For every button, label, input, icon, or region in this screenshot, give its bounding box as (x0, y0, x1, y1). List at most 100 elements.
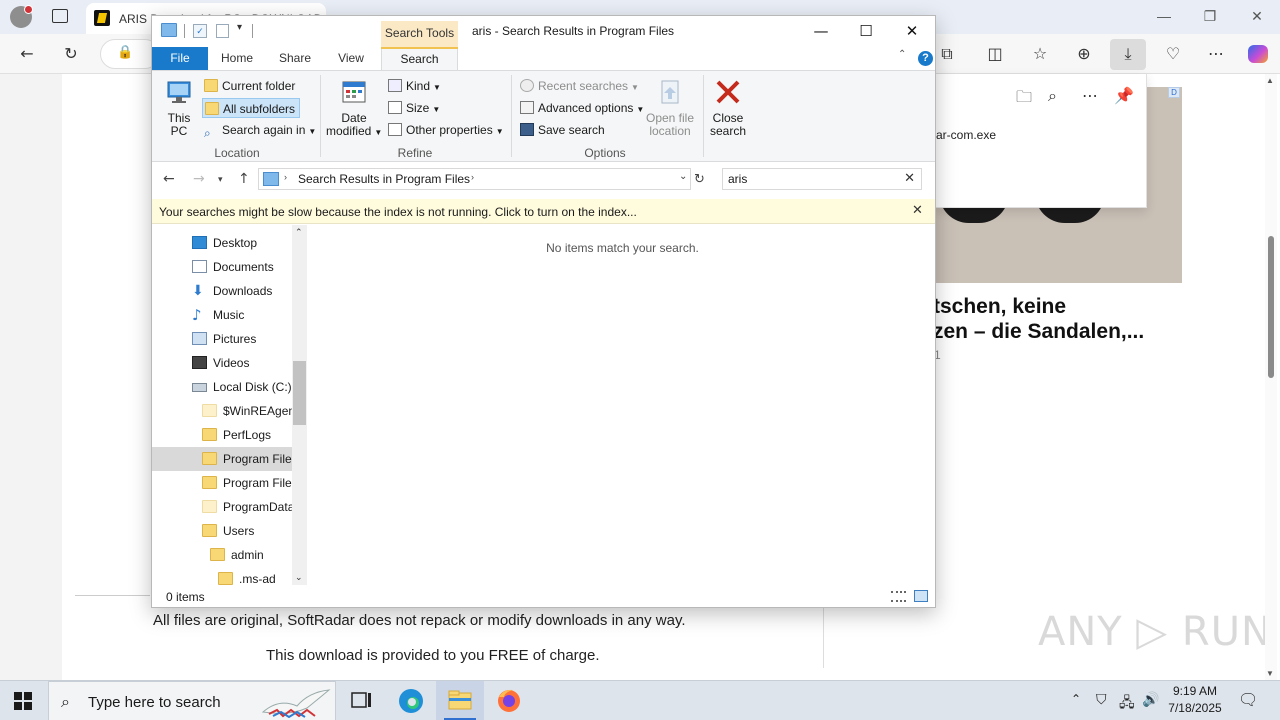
scrollbar-thumb[interactable] (1268, 236, 1274, 378)
properties-icon[interactable]: ✓ (193, 24, 207, 38)
nav-tree-item[interactable]: ♪ Music (152, 303, 292, 327)
close-icon[interactable]: ✕ (897, 20, 927, 42)
date-modified-button[interactable]: Date modified ▼ (326, 79, 382, 139)
tab-share[interactable]: Share (270, 47, 320, 70)
tab-file[interactable]: File (152, 47, 208, 70)
tab-view[interactable]: View (327, 47, 375, 70)
current-folder-button[interactable]: Current folder (204, 76, 295, 96)
all-subfolders-button[interactable]: All subfolders (202, 98, 301, 118)
recent-searches-button[interactable]: Recent searches ▼ (520, 76, 639, 96)
edge-taskbar-icon[interactable] (387, 681, 435, 720)
volume-icon[interactable]: 🔊 (1142, 692, 1159, 708)
file-explorer-taskbar-icon[interactable] (436, 681, 484, 720)
refresh-icon[interactable]: ↻ (58, 42, 84, 66)
nav-tree-item[interactable]: ⬇ Downloads (152, 279, 292, 303)
address-dropdown-icon[interactable]: ⌄ (679, 171, 687, 182)
browser-close-icon[interactable]: ✕ (1247, 8, 1267, 25)
more-options-icon[interactable]: ⋯ (1082, 86, 1098, 105)
maximize-icon[interactable]: ☐ (851, 20, 881, 42)
copilot-icon[interactable] (1248, 45, 1268, 63)
scroll-down-icon[interactable]: ▼ (1266, 669, 1274, 678)
task-view-icon[interactable] (337, 681, 385, 720)
scroll-up-icon[interactable]: ⌃ (295, 227, 303, 238)
nav-tree-item[interactable]: Users (152, 519, 292, 543)
search-again-in-button[interactable]: ⌕ Search again in ▼ (204, 120, 316, 140)
browser-restore-icon[interactable]: ❐ (1200, 8, 1220, 25)
browser-essentials-icon[interactable]: ♡ (1160, 42, 1186, 66)
index-warning-bar[interactable]: Your searches might be slow because the … (152, 199, 935, 224)
minimize-icon[interactable]: — (806, 20, 836, 42)
tab-home[interactable]: Home (212, 47, 262, 70)
search-downloads-icon[interactable]: ⌕ (1048, 86, 1057, 106)
nav-tree-item[interactable]: Local Disk (C:) (152, 375, 292, 399)
firefox-taskbar-icon[interactable] (485, 681, 533, 720)
nav-tree-item[interactable]: Pictures (152, 327, 292, 351)
pin-icon[interactable]: 📌 (1114, 86, 1134, 105)
refresh-icon[interactable]: ↻ (694, 172, 705, 187)
open-file-location-button[interactable]: Open file location (642, 79, 698, 138)
save-search-button[interactable]: Save search (520, 120, 605, 140)
breadcrumb-chevron-icon[interactable]: › (471, 172, 474, 182)
scrollbar-thumb[interactable] (293, 361, 306, 425)
downloads-icon[interactable]: ⤓ (1110, 39, 1146, 70)
start-windows-icon[interactable] (14, 692, 32, 710)
help-icon[interactable]: ? (918, 51, 933, 66)
tab-actions-icon[interactable] (52, 9, 68, 23)
forward-icon[interactable]: → (193, 171, 205, 187)
tab-search[interactable]: Search (381, 47, 458, 71)
dismiss-warning-icon[interactable]: ✕ (912, 203, 923, 218)
nav-tree-item[interactable]: ProgramData (152, 495, 292, 519)
nav-tree-item[interactable]: Documents (152, 255, 292, 279)
page-scrollbar[interactable]: ▲ ▼ (1265, 74, 1277, 680)
results-pane[interactable]: No items match your search. (308, 225, 935, 585)
new-folder-icon[interactable] (216, 24, 229, 38)
scroll-up-icon[interactable]: ▲ (1266, 76, 1274, 85)
advanced-options-button[interactable]: Advanced options ▼ (520, 98, 644, 118)
nav-tree-item[interactable]: PerfLogs (152, 423, 292, 447)
favorites-icon[interactable]: ☆ (1027, 42, 1053, 66)
this-pc-button[interactable]: This PC (162, 79, 196, 138)
open-downloads-folder-icon[interactable]: 🗀 (1016, 86, 1032, 113)
extensions-icon[interactable]: ⧉ (934, 42, 960, 66)
large-icons-view-icon[interactable] (914, 590, 928, 602)
ad-headline[interactable]: tschen, keine zen – die Sandalen,... (933, 294, 1193, 344)
nav-tree-item[interactable]: admin (152, 543, 292, 567)
back-icon[interactable]: ← (14, 42, 40, 66)
scroll-down-icon[interactable]: ⌄ (295, 572, 303, 583)
size-button[interactable]: Size ▼ (388, 98, 440, 118)
collapse-ribbon-icon[interactable]: ⌃ (898, 49, 906, 60)
nav-tree-item[interactable]: $WinREAgent (152, 399, 292, 423)
clear-search-icon[interactable]: ✕ (904, 171, 915, 186)
network-icon[interactable]: 🖧 (1119, 692, 1135, 716)
up-icon[interactable]: ↑ (238, 171, 250, 187)
breadcrumb-chevron-icon[interactable]: › (284, 172, 287, 182)
close-search-button[interactable]: Close search (708, 79, 748, 138)
search-input[interactable]: aris ✕ (722, 168, 922, 190)
nav-tree-item[interactable]: Program Files (152, 471, 292, 495)
split-screen-icon[interactable]: ◫ (982, 42, 1008, 66)
taskbar-search-box[interactable]: ⌕ Type here to search (48, 681, 336, 720)
address-path[interactable]: Search Results in Program Files (298, 172, 470, 186)
index-warning-text[interactable]: Your searches might be slow because the … (159, 205, 637, 219)
ad-choices-icon[interactable]: D (1168, 87, 1180, 98)
address-bar[interactable]: › Search Results in Program Files › ⌄ (258, 168, 691, 190)
nav-tree-item[interactable]: Desktop (152, 231, 292, 255)
notifications-icon[interactable]: 🗨 (1238, 690, 1258, 709)
show-hidden-icons-icon[interactable]: ⌃ (1071, 692, 1081, 706)
customize-qat-icon[interactable]: ▾ (237, 22, 242, 33)
download-filename[interactable]: ar-com.exe (936, 128, 996, 142)
kind-button[interactable]: Kind ▼ (388, 76, 441, 96)
recent-locations-icon[interactable]: ▾ (218, 175, 223, 185)
nav-pane-scrollbar[interactable]: ⌃ ⌄ (292, 225, 307, 585)
back-icon[interactable]: ← (163, 171, 175, 187)
nav-tree-item[interactable]: Videos (152, 351, 292, 375)
more-menu-icon[interactable]: ⋯ (1203, 42, 1229, 66)
collections-icon[interactable]: ⊕ (1071, 42, 1097, 66)
security-tray-icon[interactable]: ⛉ (1096, 692, 1107, 708)
nav-tree-item[interactable]: Program Files (152, 447, 292, 471)
other-properties-button[interactable]: Other properties ▼ (388, 120, 504, 140)
search-value[interactable]: aris (728, 172, 747, 186)
clock[interactable]: 9:19 AM 7/18/2025 (1166, 684, 1224, 715)
details-view-icon[interactable] (891, 591, 906, 602)
browser-minimize-icon[interactable]: — (1154, 8, 1174, 24)
